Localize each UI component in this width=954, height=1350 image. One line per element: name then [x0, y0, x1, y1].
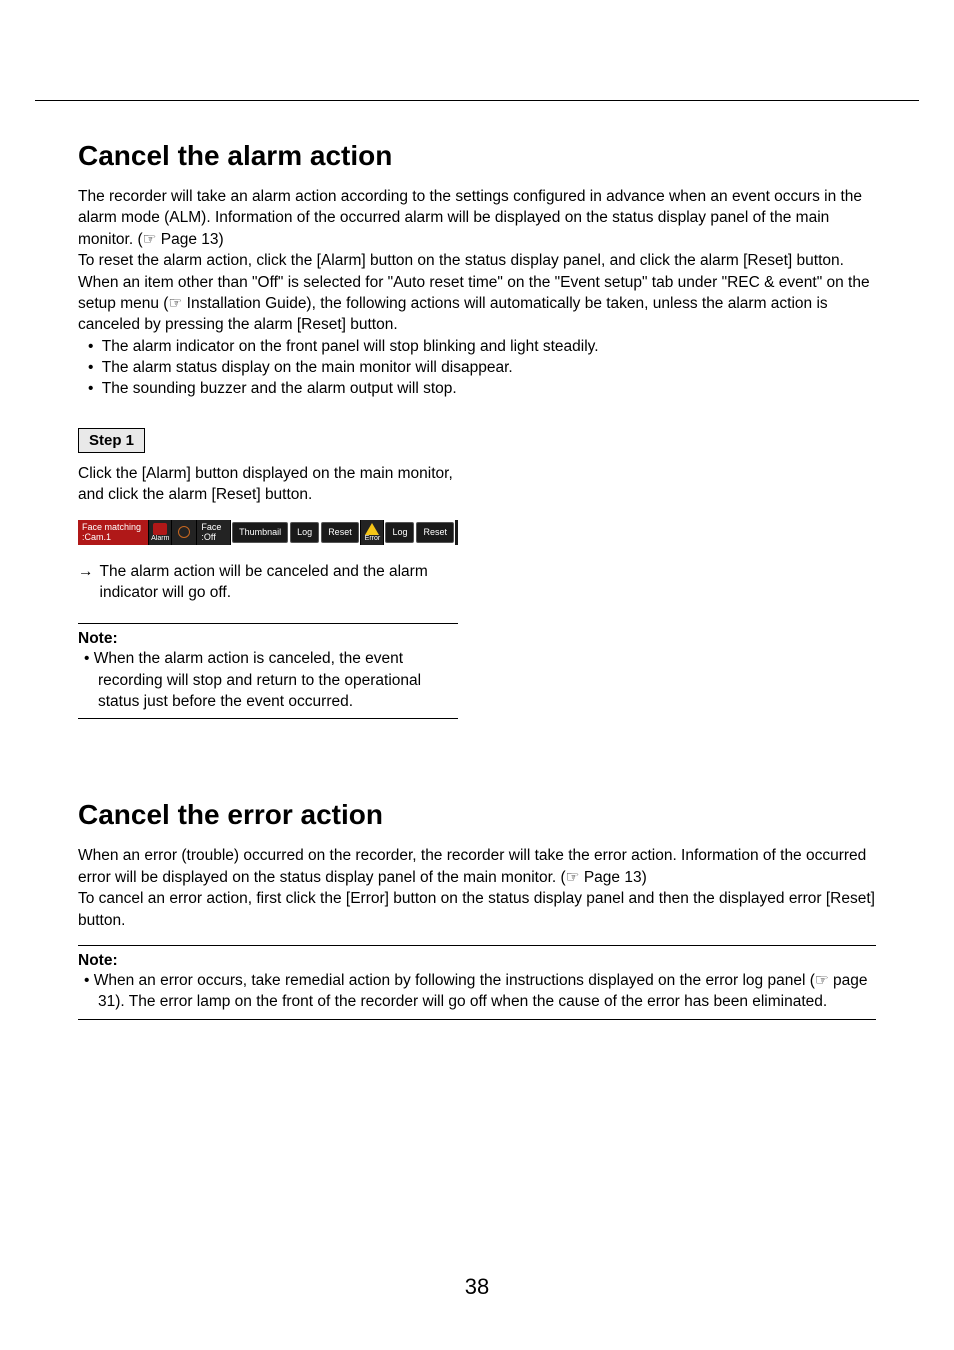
result-text: The alarm action will be canceled and th… — [100, 561, 459, 604]
face-off-segment: Face :Off — [197, 520, 231, 545]
note-text: When an error occurs, take remedial acti… — [78, 970, 876, 1013]
note-block-1: Note: When the alarm action is canceled,… — [78, 623, 458, 719]
alarm-icon — [153, 523, 167, 535]
step-text: Click the [Alarm] button displayed on th… — [78, 463, 458, 506]
note-label: Note: — [78, 952, 876, 970]
step-column: Step 1 Click the [Alarm] button displaye… — [78, 400, 458, 720]
face-matching-segment: Face matching :Cam.1 — [78, 520, 149, 545]
section1-heading: Cancel the alarm action — [78, 140, 876, 172]
log-button-2[interactable]: Log — [385, 522, 414, 543]
error-button[interactable]: Error — [361, 520, 384, 545]
bullet-item: The sounding buzzer and the alarm output… — [102, 378, 876, 399]
note-text: When the alarm action is canceled, the e… — [78, 648, 458, 712]
log-button-1[interactable]: Log — [290, 522, 319, 543]
thumbnail-button[interactable]: Thumbnail — [232, 522, 288, 543]
alarm-button[interactable]: Alarm — [149, 520, 172, 545]
section2-heading: Cancel the error action — [78, 799, 876, 831]
warning-icon — [365, 523, 379, 535]
bullet-item: The alarm indicator on the front panel w… — [102, 336, 876, 357]
note-block-2: Note: When an error occurs, take remedia… — [78, 945, 876, 1020]
top-rule — [35, 100, 919, 101]
bullet-item: The alarm status display on the main mon… — [102, 357, 876, 378]
section1-intro: The recorder will take an alarm action a… — [78, 186, 876, 336]
section2-intro: When an error (trouble) occurred on the … — [78, 845, 876, 931]
page-number: 38 — [0, 1274, 954, 1300]
bell-icon — [178, 526, 190, 538]
reset-button-1[interactable]: Reset — [321, 522, 359, 543]
alarm-label: Alarm — [151, 535, 169, 542]
arrow-icon: → — [78, 561, 100, 604]
section1-bullets: The alarm indicator on the front panel w… — [96, 336, 876, 400]
page-content: Cancel the alarm action The recorder wil… — [78, 140, 876, 1020]
step-label: Step 1 — [78, 428, 145, 453]
result-row: → The alarm action will be canceled and … — [78, 561, 458, 604]
end-cap — [455, 520, 458, 545]
status-bar-illustration: Face matching :Cam.1 Alarm Face :Off Thu… — [78, 520, 458, 545]
bell-icon-segment — [172, 520, 197, 545]
note-label: Note: — [78, 630, 458, 648]
section2: Cancel the error action When an error (t… — [78, 799, 876, 1019]
error-label: Error — [365, 535, 381, 542]
reset-button-2[interactable]: Reset — [416, 522, 454, 543]
